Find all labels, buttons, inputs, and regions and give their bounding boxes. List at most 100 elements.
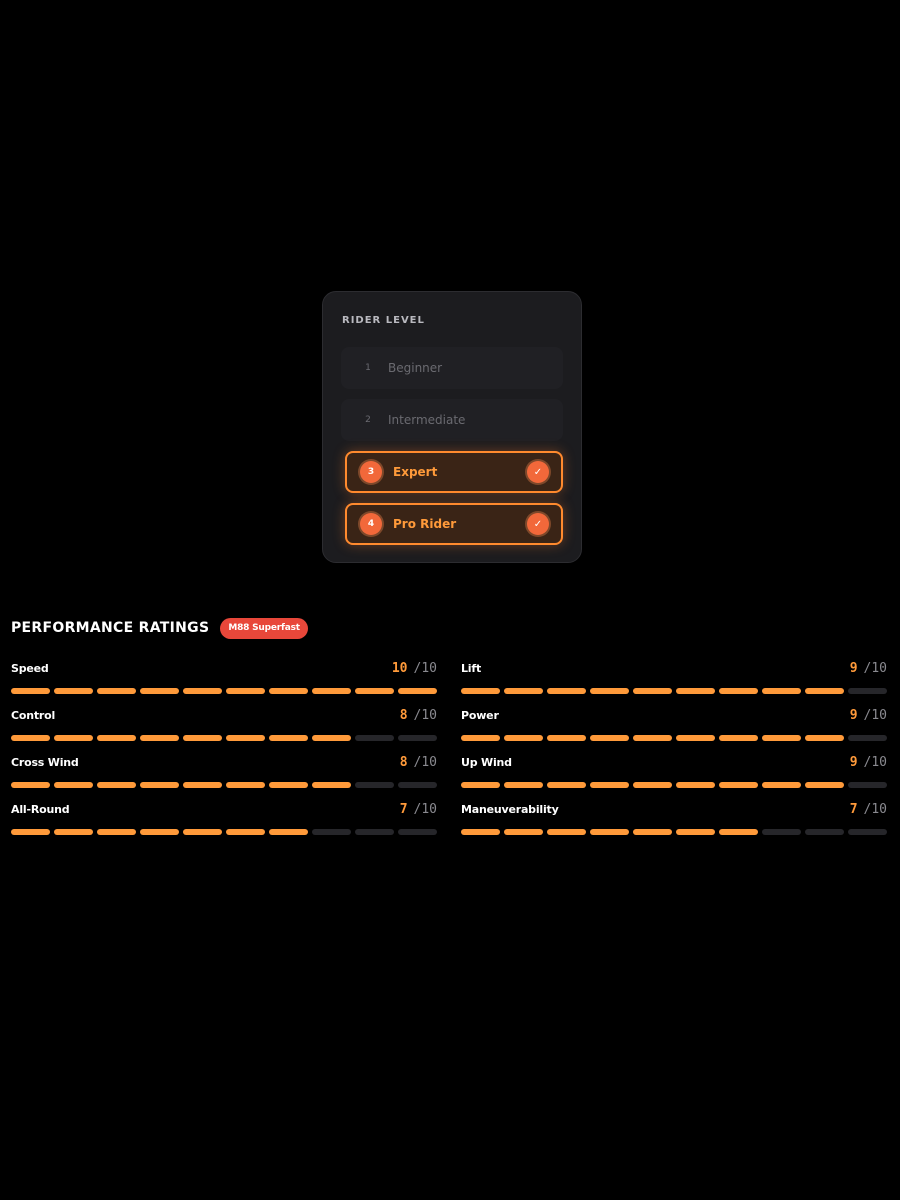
- rating-max: /10: [863, 661, 887, 676]
- rating-power: Power 9/10: [461, 708, 887, 742]
- rating-segment-filled: [140, 829, 179, 835]
- rating-name: Maneuverability: [461, 803, 559, 816]
- level-option-beginner[interactable]: 1 Beginner: [341, 347, 563, 389]
- rating-speed: Speed 10/10: [11, 661, 437, 695]
- rating-segment-empty: [398, 829, 437, 835]
- rating-segment-filled: [590, 782, 629, 788]
- level-label: Intermediate: [388, 413, 466, 427]
- level-number: 1: [365, 363, 371, 373]
- rating-segment-filled: [461, 829, 500, 835]
- rating-segment-filled: [97, 829, 136, 835]
- rating-segment-filled: [54, 829, 93, 835]
- rating-max: /10: [413, 661, 437, 676]
- rating-segment-filled: [676, 829, 715, 835]
- rating-bar: [461, 782, 887, 788]
- rating-score: 7/10: [400, 802, 437, 817]
- rating-segment-filled: [547, 688, 586, 694]
- rating-max: /10: [413, 708, 437, 723]
- rating-name: All-Round: [11, 803, 70, 816]
- rating-value: 8: [399, 708, 408, 723]
- rating-segment-filled: [269, 688, 308, 694]
- rating-bar: [11, 735, 437, 741]
- rating-segment-filled: [269, 735, 308, 741]
- rating-score: 9/10: [850, 755, 887, 770]
- rating-segment-filled: [719, 735, 758, 741]
- rating-bar: [11, 782, 437, 788]
- rating-all-round: All-Round 7/10: [11, 802, 437, 836]
- rating-value: 9: [849, 755, 858, 770]
- rating-segment-filled: [312, 782, 351, 788]
- rating-header: Control 8/10: [11, 708, 437, 730]
- rating-header: Speed 10/10: [11, 661, 437, 683]
- rating-up-wind: Up Wind 9/10: [461, 755, 887, 789]
- rating-segment-filled: [226, 735, 265, 741]
- rating-segment-filled: [590, 829, 629, 835]
- rating-name: Speed: [11, 662, 49, 675]
- rating-segment-filled: [312, 688, 351, 694]
- rating-segment-filled: [762, 688, 801, 694]
- rating-lift: Lift 9/10: [461, 661, 887, 695]
- rating-segment-filled: [461, 735, 500, 741]
- rating-segment-filled: [183, 735, 222, 741]
- rating-segment-filled: [140, 782, 179, 788]
- rating-segment-empty: [355, 782, 394, 788]
- rating-segment-filled: [269, 829, 308, 835]
- level-number: 2: [365, 415, 371, 425]
- level-label: Beginner: [388, 361, 443, 375]
- level-option-pro-rider[interactable]: 4 Pro Rider ✓: [345, 503, 563, 545]
- rating-segment-empty: [848, 735, 887, 741]
- rating-value: 9: [849, 661, 858, 676]
- ratings-grid: Speed 10/10 Lift 9/10 Control 8/10 Power 9/10 Cr…: [11, 661, 887, 836]
- rating-segment-filled: [11, 735, 50, 741]
- rating-segment-filled: [633, 688, 672, 694]
- rating-segment-filled: [676, 735, 715, 741]
- rating-control: Control 8/10: [11, 708, 437, 742]
- rating-value: 8: [399, 755, 408, 770]
- rating-segment-empty: [355, 735, 394, 741]
- rating-segment-filled: [461, 782, 500, 788]
- rating-bar: [461, 735, 887, 741]
- rating-bar: [461, 688, 887, 694]
- rating-segment-filled: [590, 688, 629, 694]
- rating-segment-filled: [504, 735, 543, 741]
- rider-level-card: RIDER LEVEL 1 Beginner 2 Intermediate 3 …: [322, 291, 582, 563]
- rating-segment-filled: [633, 782, 672, 788]
- rating-segment-filled: [504, 782, 543, 788]
- level-label: Pro Rider: [393, 517, 457, 531]
- level-option-intermediate[interactable]: 2 Intermediate: [341, 399, 563, 441]
- rating-segment-filled: [54, 688, 93, 694]
- rating-bar: [11, 688, 437, 694]
- rating-segment-filled: [140, 735, 179, 741]
- rating-segment-empty: [398, 735, 437, 741]
- rating-segment-filled: [676, 782, 715, 788]
- rating-name: Power: [461, 709, 499, 722]
- rating-max: /10: [863, 802, 887, 817]
- rating-segment-filled: [504, 829, 543, 835]
- performance-ratings-section: PERFORMANCE RATINGS M88 Superfast Speed 1…: [11, 615, 887, 836]
- rating-segment-empty: [355, 829, 394, 835]
- rating-value: 7: [849, 802, 858, 817]
- rating-segment-filled: [11, 688, 50, 694]
- rating-value: 7: [399, 802, 408, 817]
- rating-segment-filled: [633, 735, 672, 741]
- rating-segment-filled: [633, 829, 672, 835]
- check-icon: ✓: [527, 513, 549, 535]
- level-option-expert[interactable]: 3 Expert ✓: [345, 451, 563, 493]
- check-icon: ✓: [527, 461, 549, 483]
- model-badge: M88 Superfast: [220, 617, 308, 639]
- rating-name: Cross Wind: [11, 756, 79, 769]
- performance-title: PERFORMANCE RATINGS: [11, 620, 210, 636]
- rating-segment-filled: [11, 782, 50, 788]
- rating-segment-filled: [97, 688, 136, 694]
- rating-score: 8/10: [400, 755, 437, 770]
- rating-segment-empty: [762, 829, 801, 835]
- rating-segment-empty: [805, 829, 844, 835]
- rating-segment-filled: [805, 782, 844, 788]
- rating-segment-filled: [355, 688, 394, 694]
- rating-segment-empty: [848, 688, 887, 694]
- rating-header: Power 9/10: [461, 708, 887, 730]
- rating-segment-filled: [226, 782, 265, 788]
- rating-segment-filled: [54, 735, 93, 741]
- rating-header: Lift 9/10: [461, 661, 887, 683]
- rating-segment-filled: [547, 829, 586, 835]
